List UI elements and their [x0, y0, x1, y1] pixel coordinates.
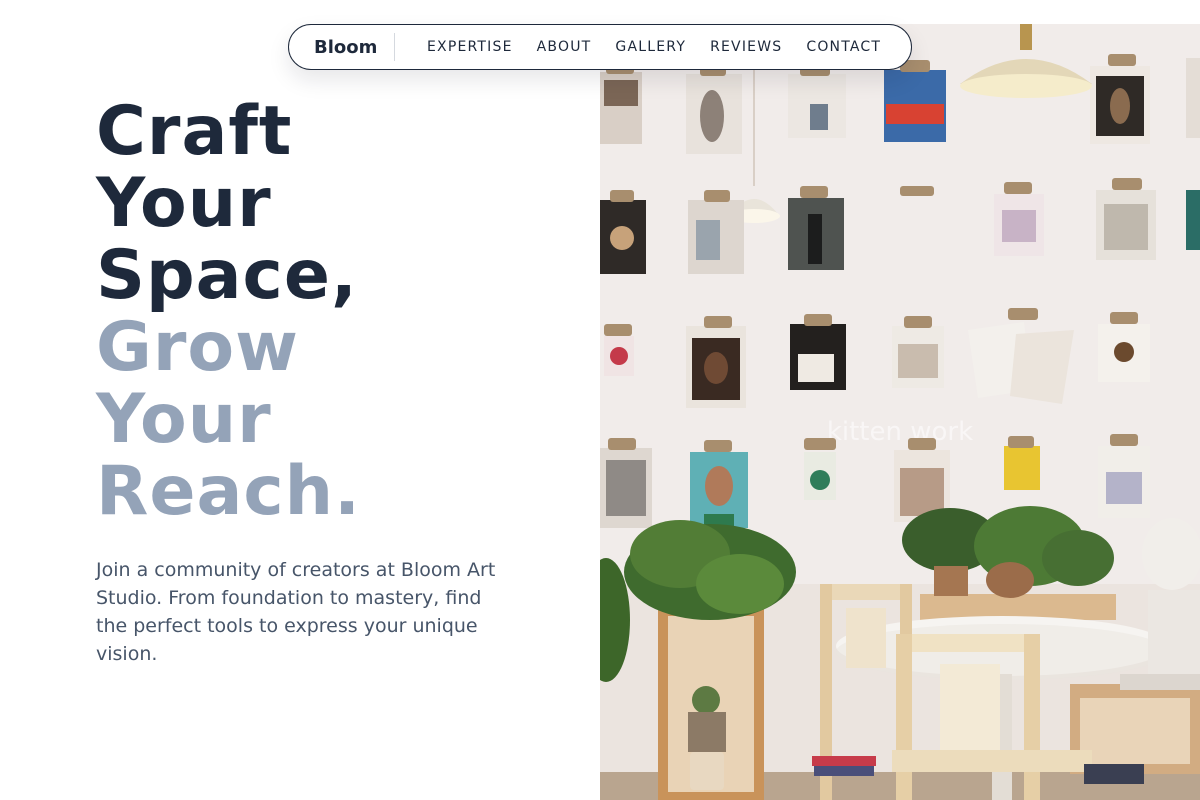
clipboard — [884, 60, 946, 142]
nav-link-about[interactable]: ABOUT — [537, 39, 592, 55]
hero-heading-line: Space, — [96, 236, 358, 315]
clipboard — [600, 438, 652, 528]
nav-link-expertise[interactable]: EXPERTISE — [427, 39, 513, 55]
nav-divider — [394, 33, 395, 61]
hero-heading: Craft Your Space, Grow Your Reach. — [96, 96, 576, 528]
clipboard — [892, 316, 944, 388]
nav-link-contact[interactable]: CONTACT — [806, 39, 881, 55]
nav-link-gallery[interactable]: GALLERY — [615, 39, 686, 55]
hero-heading-line-muted: Grow — [96, 308, 299, 387]
clipboard — [1096, 178, 1156, 260]
nav-link-reviews[interactable]: REVIEWS — [710, 39, 782, 55]
hero-section: Craft Your Space, Grow Your Reach. Join … — [96, 96, 576, 668]
studio-wall-illustration: kitten work — [600, 24, 1200, 800]
hero-photo: kitten work — [600, 24, 1200, 800]
clipboard — [1098, 434, 1150, 518]
clipboard — [788, 186, 844, 270]
clipboard — [686, 316, 746, 408]
hero-heading-line-muted: Reach. — [96, 452, 361, 531]
nav-links: EXPERTISE ABOUT GALLERY REVIEWS CONTACT — [427, 39, 905, 55]
clipboard — [600, 64, 642, 144]
hero-heading-line-muted: Your — [96, 380, 272, 459]
photo-watermark: kitten work — [827, 417, 973, 447]
clipboard — [690, 440, 748, 528]
clipboard — [1090, 54, 1150, 144]
clipboard — [604, 324, 634, 376]
clipboard — [688, 190, 744, 274]
clipboard — [686, 64, 742, 154]
clipboard — [600, 190, 646, 274]
clipboard — [788, 64, 846, 138]
clipboard — [790, 314, 846, 390]
top-navigation: Bloom EXPERTISE ABOUT GALLERY REVIEWS CO… — [288, 24, 912, 70]
hero-heading-line: Your — [96, 164, 272, 243]
hero-description: Join a community of creators at Bloom Ar… — [96, 559, 496, 665]
brand-logo[interactable]: Bloom — [289, 37, 394, 58]
clipboard — [804, 438, 836, 500]
hero-heading-line: Craft — [96, 92, 293, 171]
